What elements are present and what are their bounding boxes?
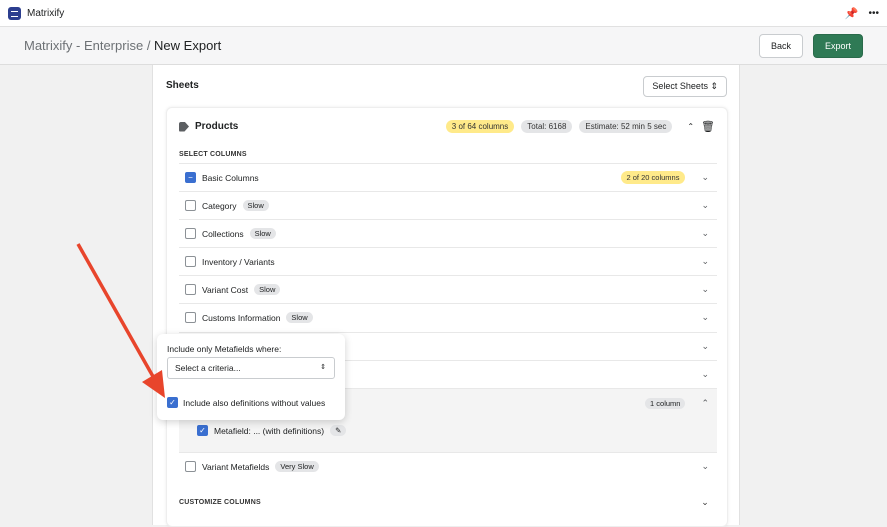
pin-icon[interactable]: 📌 [845,7,859,20]
checkbox-partial[interactable]: − [185,172,196,183]
customize-columns-label: CUSTOMIZE COLUMNS [179,499,261,506]
column-group-row[interactable]: Inventory / Variants ⌄ [179,247,717,275]
chevron-down-icon[interactable]: ⌄ [701,228,709,239]
include-definitions-checkbox[interactable]: ✓ Include also definitions without values [167,397,325,408]
edit-pencil-icon[interactable]: ✎ [330,425,347,436]
checkbox[interactable] [185,461,196,472]
chevron-down-icon[interactable]: ⌄ [701,369,709,380]
popover-label: Include only Metafields where: [167,344,282,354]
count-badge: 1 column [645,398,686,409]
metafield-column[interactable]: ✓ Metafield: ... (with definitions) ✎ [197,425,347,436]
chevron-down-icon[interactable]: ⌄ [701,461,709,472]
customize-columns-section[interactable]: CUSTOMIZE COLUMNS ⌄ [179,497,717,508]
export-button[interactable]: Export [812,33,863,58]
page-header: Matrixify - Enterprise / New Export Back… [0,27,887,65]
checkbox[interactable] [185,228,196,239]
app-title: Matrixify [27,7,65,19]
chevron-down-icon[interactable]: ⌄ [701,312,709,323]
count-badge: 2 of 20 columns [620,171,686,184]
breadcrumb-parent[interactable]: Matrixify - Enterprise [24,38,143,53]
column-group-row[interactable]: Variant Metafields Very Slow ⌄ [179,452,717,480]
app-titlebar: Matrixify 📌 ••• [0,0,887,27]
back-button[interactable]: Back [758,33,803,58]
column-group-row[interactable]: Collections Slow ⌄ [179,219,717,247]
sheets-title: Sheets [166,80,199,91]
sheets-card: Sheets Select Sheets ⇕ Products 3 of 64 … [152,65,740,527]
products-sheet: Products 3 of 64 columns Total: 6168 Est… [166,107,728,527]
checkbox[interactable] [185,256,196,267]
breadcrumb: Matrixify - Enterprise / New Export [24,38,221,53]
chevron-down-icon[interactable]: ⌄ [701,284,709,295]
chevron-up-icon[interactable]: ⌃ [701,398,709,409]
select-sheets-dropdown[interactable]: Select Sheets ⇕ [643,76,727,97]
estimate-badge: Estimate: 52 min 5 sec [579,120,673,133]
more-menu-icon[interactable]: ••• [868,8,879,19]
matrixify-logo-icon [8,6,21,20]
products-title: Products [195,121,239,132]
select-columns-label: SELECT COLUMNS [179,151,247,158]
speed-badge: Slow [249,228,276,239]
speed-badge: Slow [242,200,269,211]
chevron-down-icon[interactable]: ⌄ [701,497,709,508]
total-badge: Total: 6168 [521,120,573,133]
page-title: New Export [154,38,222,53]
tag-icon [179,121,189,132]
trash-icon[interactable]: 🗑 [701,120,715,133]
chevron-down-icon[interactable]: ⌄ [701,341,709,352]
speed-badge: Slow [254,284,281,295]
column-group-row[interactable]: Category Slow ⌄ [179,191,717,219]
chevron-down-icon[interactable]: ⌄ [701,172,709,183]
checkbox[interactable] [185,284,196,295]
collapse-icon[interactable]: ⌃ [687,122,694,131]
column-group-row[interactable]: Variant Cost Slow ⌄ [179,275,717,303]
speed-badge: Very Slow [275,461,319,472]
criteria-select[interactable]: Select a criteria... ⇕ [167,357,335,379]
columns-badge: 3 of 64 columns [445,120,515,133]
chevron-down-icon[interactable]: ⌄ [701,256,709,267]
column-group-row[interactable]: − Basic Columns 2 of 20 columns ⌄ [179,163,717,191]
metafields-filter-popover: Include only Metafields where: Select a … [157,334,345,420]
column-group-row[interactable]: Customs Information Slow ⌄ [179,303,717,331]
checkbox[interactable] [185,312,196,323]
breadcrumb-separator: / [143,38,155,53]
checkbox-checked[interactable]: ✓ [167,397,178,408]
checkbox[interactable] [185,200,196,211]
checkbox-checked[interactable]: ✓ [197,425,208,436]
speed-badge: Slow [286,312,313,323]
chevron-down-icon[interactable]: ⌄ [701,200,709,211]
